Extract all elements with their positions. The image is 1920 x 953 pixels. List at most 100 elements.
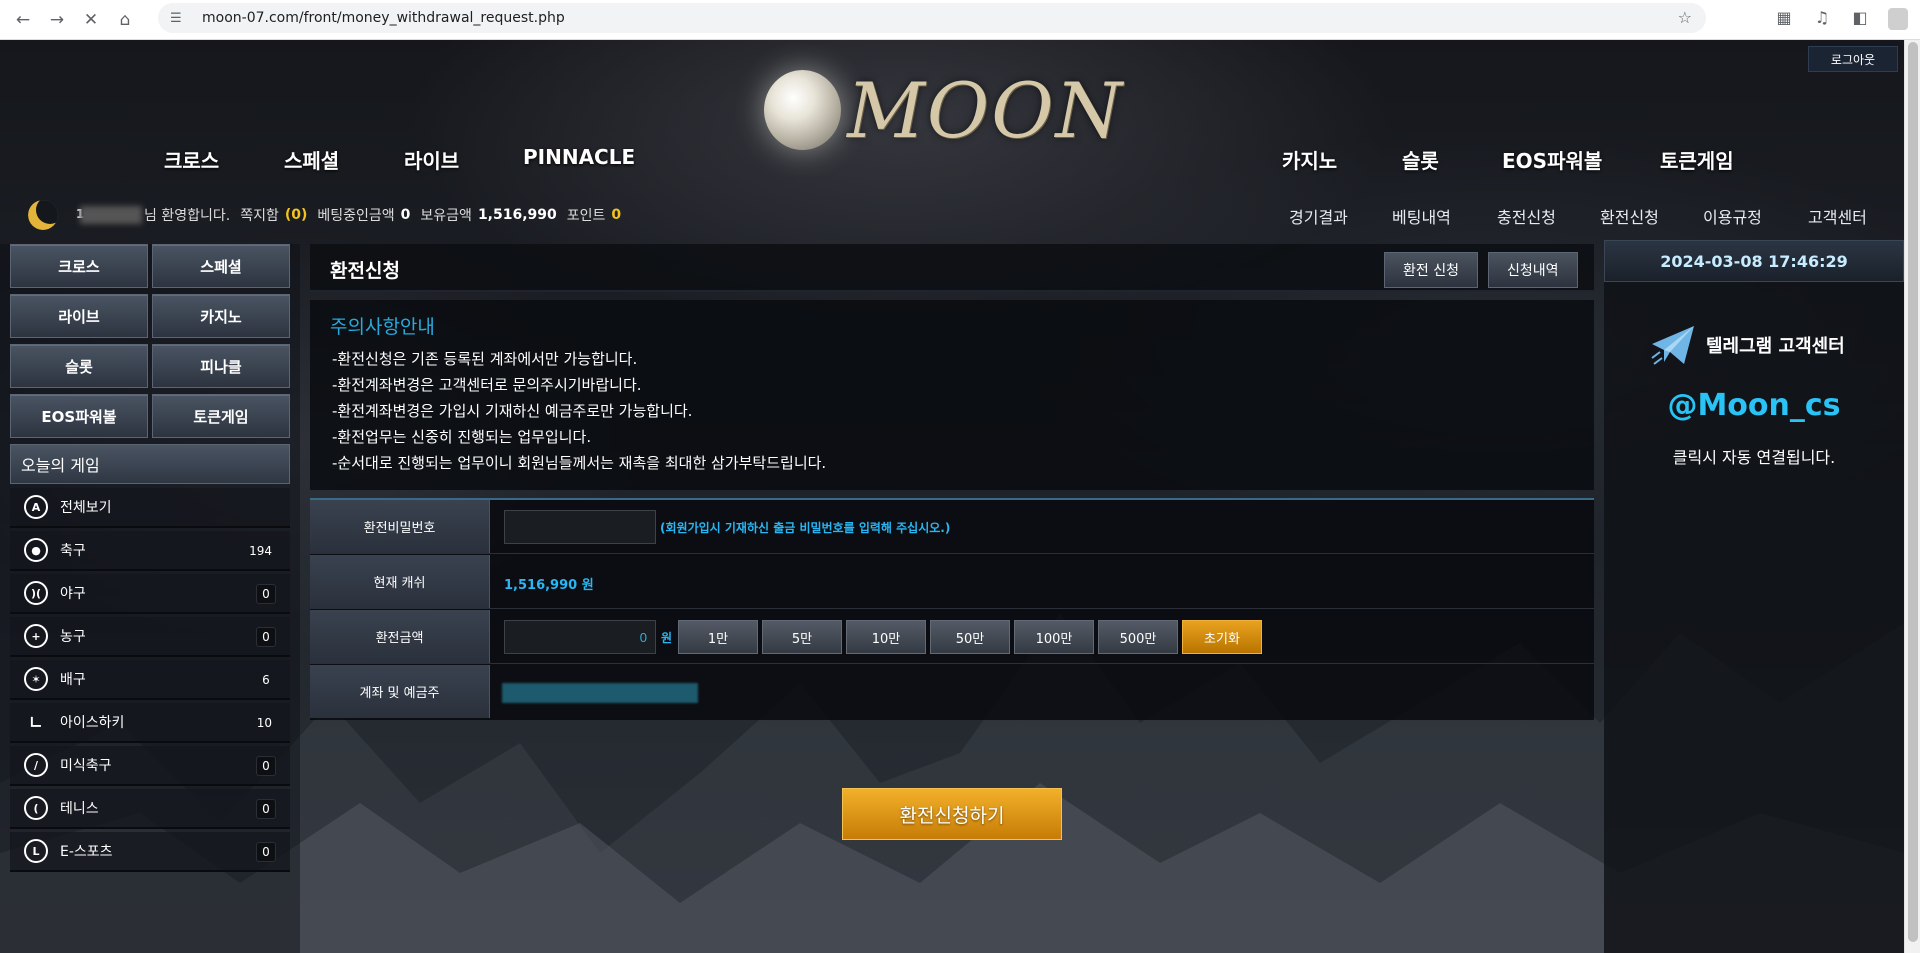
subnav-support[interactable]: 고객센터 [1808,204,1867,228]
today-games-header: 오늘의 게임 [10,444,290,484]
balance-value: 1,516,990 [477,207,557,223]
withdrawal-password-input[interactable] [504,510,656,544]
form-row-cash: 현재 캐쉬 1,516,990 원 [310,555,1594,609]
sport-row-basketball[interactable]: + 농구 0 [10,617,290,657]
logout-button[interactable]: 로그아웃 [1808,46,1898,72]
basketball-icon: + [24,624,48,648]
sport-row-esports[interactable]: L E-스포츠 0 [10,832,290,872]
home-icon[interactable]: ⌂ [114,9,136,31]
side-game-live[interactable]: 라이브 [10,294,148,338]
sport-count: 0 [256,627,276,647]
sport-row-hockey[interactable]: ∟ 아이스하키 10 [10,703,290,743]
telegram-support-link[interactable]: 텔레그램 고객센터 [1650,324,1845,366]
bookmark-star-icon[interactable]: ☆ [1678,8,1692,27]
sport-row-all[interactable]: A 전체보기 [10,488,290,528]
betting-value: 0 [400,207,411,223]
nav-token-game[interactable]: 토큰게임 [1660,145,1734,174]
nav-eos-powerball[interactable]: EOS파워볼 [1502,145,1602,174]
subnav-bet-history[interactable]: 베팅내역 [1392,204,1451,228]
won-unit: 원 [661,631,673,645]
subnav-results[interactable]: 경기결과 [1289,204,1348,228]
tennis-icon: ( [24,796,48,820]
notice-line: -환전업무는 신중히 진행되는 업무입니다. [332,428,592,446]
balance-label: 보유금액 [420,208,472,224]
telegram-plane-icon [1651,326,1694,365]
browser-toolbar: ← → ✕ ⌂ ☰ moon-07.com/front/money_withdr… [0,0,1920,40]
withdrawal-amount-input[interactable] [504,620,656,654]
message-label[interactable]: 쪽지함 [240,205,279,225]
sport-count: 0 [256,842,276,862]
username-blurred [80,206,142,224]
hockey-icon: ∟ [29,712,43,732]
sport-count: 0 [256,799,276,819]
back-icon[interactable]: ← [12,9,34,31]
sport-row-soccer[interactable]: ● 축구 194 [10,531,290,571]
password-hint: (회원가입시 기재하신 출금 비밀번호를 입력해 주십시오.) [660,521,951,535]
all-icon: A [24,495,48,519]
form-row-account: 계좌 및 예금주 [310,665,1594,719]
extensions-icon[interactable]: ▦ [1774,8,1794,30]
sport-name: 아이스하키 [60,715,125,731]
nav-casino[interactable]: 카지노 [1282,145,1337,174]
account-info-blurred [502,683,698,703]
notice-line: -환전계좌변경은 고객센터로 문의주시기바랍니다. [332,376,642,394]
sport-name: E-스포츠 [60,844,113,860]
sport-row-volleyball[interactable]: ✶ 배구 6 [10,660,290,700]
current-datetime: 2024-03-08 17:46:29 [1604,240,1904,282]
profile-avatar[interactable] [1888,8,1908,30]
esports-icon: L [24,839,48,863]
side-game-eos[interactable]: EOS파워볼 [10,394,148,438]
side-panel-icon[interactable]: ◧ [1850,8,1870,30]
notice-line: -순서대로 진행되는 업무이니 회원님들께서는 재촉을 최대한 삼가부탁드립니다… [332,454,827,472]
sport-row-baseball[interactable]: )( 야구 0 [10,574,290,614]
subnav-deposit[interactable]: 충전신청 [1497,204,1556,228]
page-scrollbar[interactable] [1904,40,1920,953]
sport-count: 6 [262,673,270,687]
amount-1m-button[interactable]: 100만 [1014,620,1094,654]
telegram-subtext: 클릭시 자동 연결됩니다. [1672,448,1836,467]
sport-row-tennis[interactable]: ( 테니스 0 [10,789,290,829]
amount-10k-button[interactable]: 1만 [678,620,758,654]
side-game-pinnacle[interactable]: 피나클 [152,344,290,388]
amount-100k-button[interactable]: 10만 [846,620,926,654]
nav-live[interactable]: 라이브 [404,145,459,174]
tab-request-history[interactable]: 신청내역 [1488,252,1578,288]
volleyball-icon: ✶ [24,667,48,691]
logo-text: MOON [847,65,1124,155]
sport-count: 194 [249,544,272,558]
subnav-withdrawal[interactable]: 환전신청 [1600,204,1659,228]
user-status-bar: 1 님 환영합니다. 쪽지함 (0) 베팅중인금액 0 보유금액 1,516,9… [28,200,621,230]
telegram-title[interactable]: 텔레그램 고객센터 [1706,332,1845,358]
sport-name: 배구 [60,672,86,688]
submit-withdrawal-button[interactable]: 환전신청하기 [842,788,1062,840]
betting-label: 베팅중인금액 [317,208,395,224]
nav-special[interactable]: 스페셜 [284,145,339,174]
subnav-rules[interactable]: 이용규정 [1703,204,1762,228]
url-text[interactable]: moon-07.com/front/money_withdrawal_reque… [202,10,565,26]
amount-50k-button[interactable]: 5만 [762,620,842,654]
message-count[interactable]: (0) [285,207,308,223]
sport-row-football[interactable]: ∕ 미식축구 0 [10,746,290,786]
amount-500k-button[interactable]: 50만 [930,620,1010,654]
forward-icon[interactable]: → [46,9,68,31]
amount-5m-button[interactable]: 500만 [1098,620,1178,654]
notice-box: 주의사항안내 -환전신청은 기존 등록된 계좌에서만 가능합니다. -환전계좌변… [310,300,1594,490]
nav-cross[interactable]: 크로스 [164,145,219,174]
telegram-handle[interactable]: @Moon_cs [1604,388,1904,423]
reset-amount-button[interactable]: 초기화 [1182,620,1262,654]
site-settings-icon[interactable]: ☰ [170,11,190,26]
side-game-special[interactable]: 스페셜 [152,244,290,288]
side-game-cross[interactable]: 크로스 [10,244,148,288]
nav-slot[interactable]: 슬롯 [1402,145,1439,174]
stop-icon[interactable]: ✕ [80,9,102,31]
site-logo[interactable]: MOON [764,60,1124,160]
nav-pinnacle[interactable]: PINNACLE [523,145,635,169]
tab-withdrawal-request[interactable]: 환전 신청 [1384,252,1478,288]
side-game-casino[interactable]: 카지노 [152,294,290,338]
media-icon[interactable]: ♫ [1812,8,1832,30]
sport-name: 테니스 [60,801,99,817]
address-bar[interactable]: ☰ moon-07.com/front/money_withdrawal_req… [158,3,1706,33]
side-game-token[interactable]: 토큰게임 [152,394,290,438]
side-game-slot[interactable]: 슬롯 [10,344,148,388]
sport-name: 미식축구 [60,758,112,774]
